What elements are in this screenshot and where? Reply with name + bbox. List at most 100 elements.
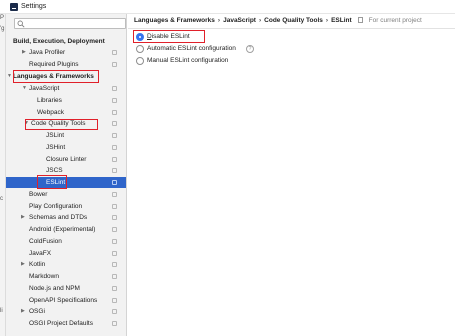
project-settings-icon bbox=[112, 262, 117, 267]
search-icon bbox=[17, 20, 25, 28]
breadcrumb-separator: › bbox=[217, 17, 221, 24]
sidebar-item-label: Code Quality Tools bbox=[31, 120, 86, 127]
help-icon[interactable]: ? bbox=[246, 45, 254, 53]
sidebar-item-label: OpenAPI Specifications bbox=[29, 297, 98, 304]
for-current-project-label: For current project bbox=[368, 17, 422, 24]
project-settings-icon bbox=[112, 98, 117, 103]
sidebar-item-build-execution-deployment[interactable]: Build, Execution, Deployment bbox=[6, 36, 126, 47]
app-logo-icon bbox=[10, 3, 18, 11]
header-divider bbox=[128, 28, 455, 29]
project-settings-icon bbox=[112, 110, 117, 115]
sidebar-item-label: ColdFusion bbox=[29, 238, 62, 245]
sidebar-item-code-quality-tools[interactable]: ▼ Code Quality Tools bbox=[6, 118, 126, 129]
sidebar-item-java-profiler[interactable]: ▶ Java Profiler bbox=[6, 47, 126, 58]
breadcrumb: Languages & Frameworks › JavaScript › Code Q… bbox=[134, 17, 422, 27]
project-settings-icon bbox=[112, 145, 117, 150]
disable-eslint-radio[interactable] bbox=[136, 33, 144, 41]
sidebar-item-label: Required Plugins bbox=[29, 61, 79, 68]
disable-eslint-label[interactable]: Disable ESLint bbox=[147, 32, 190, 42]
edge-text-4: li bbox=[0, 308, 3, 314]
sidebar-item-bower[interactable]: Bower bbox=[6, 189, 126, 200]
sidebar-item-jslint[interactable]: JSLint bbox=[6, 130, 126, 141]
sidebar-item-jscs[interactable]: JSCS bbox=[6, 165, 126, 176]
window-title: Settings bbox=[21, 3, 47, 10]
project-settings-icon bbox=[112, 227, 117, 232]
sidebar-item-eslint[interactable]: ESLint bbox=[6, 177, 126, 188]
sidebar-item-play-configuration[interactable]: Play Configuration bbox=[6, 201, 126, 212]
sidebar-item-label: Play Configuration bbox=[29, 203, 83, 210]
sidebar-item-label: JSCS bbox=[46, 167, 63, 174]
expanded-arrow-icon[interactable]: ▼ bbox=[24, 118, 29, 129]
sidebar-item-label: JSHint bbox=[46, 144, 66, 151]
project-settings-icon bbox=[112, 157, 117, 162]
breadcrumb-separator: › bbox=[325, 17, 329, 24]
sidebar-item-javascript[interactable]: ▼ JavaScript bbox=[6, 83, 126, 94]
sidebar-item-kotlin[interactable]: ▶ Kotlin bbox=[6, 259, 126, 270]
automatic-eslint-radio[interactable] bbox=[136, 45, 144, 53]
collapsed-arrow-icon[interactable]: ▶ bbox=[21, 306, 25, 317]
sidebar-item-markdown[interactable]: Markdown bbox=[6, 271, 126, 282]
sidebar-item-label: JSLint bbox=[46, 132, 65, 139]
sidebar-item-openapi-specifications[interactable]: OpenAPI Specifications bbox=[6, 295, 126, 306]
project-settings-icon bbox=[112, 192, 117, 197]
expanded-arrow-icon[interactable]: ▼ bbox=[22, 83, 27, 94]
settings-search[interactable] bbox=[14, 18, 126, 29]
sidebar-item-label: Kotlin bbox=[29, 261, 46, 268]
project-settings-icon bbox=[112, 180, 117, 185]
sidebar-item-label: Java Profiler bbox=[29, 49, 66, 56]
collapsed-arrow-icon[interactable]: ▶ bbox=[21, 259, 25, 270]
sidebar-item-osgi[interactable]: ▶ OSGi bbox=[6, 306, 126, 317]
expanded-arrow-icon[interactable]: ▼ bbox=[7, 71, 12, 82]
project-settings-icon bbox=[112, 309, 117, 314]
collapsed-arrow-icon[interactable]: ▶ bbox=[21, 212, 25, 223]
sidebar-item-label: JavaScript bbox=[29, 85, 60, 92]
window-titlebar: Settings bbox=[0, 0, 455, 14]
sidebar-item-label: Languages & Frameworks bbox=[13, 73, 94, 80]
sidebar-item-label: ESLint bbox=[46, 179, 66, 186]
sidebar-item-node-js-and-npm[interactable]: Node.js and NPM bbox=[6, 283, 126, 294]
edge-text-2: 'g bbox=[0, 26, 5, 32]
sidebar-item-label: Android (Experimental) bbox=[29, 226, 96, 233]
breadcrumb-item-languages[interactable]: Languages & Frameworks bbox=[134, 17, 215, 24]
sidebar-item-jshint[interactable]: JSHint bbox=[6, 142, 126, 153]
sidebar-item-label: OSGI Project Defaults bbox=[29, 320, 93, 327]
sidebar-item-javafx[interactable]: JavaFX bbox=[6, 248, 126, 259]
sidebar-item-label: Libraries bbox=[37, 97, 62, 104]
sidebar-item-label: Closure Linter bbox=[46, 156, 87, 163]
breadcrumb-item-eslint: ESLint bbox=[331, 17, 352, 24]
project-settings-icon bbox=[112, 215, 117, 220]
breadcrumb-item-code-quality-tools[interactable]: Code Quality Tools bbox=[264, 17, 323, 24]
sidebar-item-webpack[interactable]: Webpack bbox=[6, 107, 126, 118]
manual-eslint-radio[interactable] bbox=[136, 57, 144, 65]
sidebar-item-label: JavaFX bbox=[29, 250, 52, 257]
manual-eslint-label[interactable]: Manual ESLint configuration bbox=[147, 56, 228, 66]
sidebar-item-label: Node.js and NPM bbox=[29, 285, 80, 292]
project-settings-icon bbox=[112, 62, 117, 67]
settings-content: Languages & Frameworks › JavaScript › Code Q… bbox=[128, 14, 455, 336]
sidebar-item-label: Markdown bbox=[29, 273, 59, 280]
sidebar-item-osgi-project-defaults[interactable]: OSGI Project Defaults bbox=[6, 318, 126, 329]
breadcrumb-item-javascript[interactable]: JavaScript bbox=[223, 17, 256, 24]
project-settings-icon bbox=[112, 274, 117, 279]
sidebar-item-label: OSGi bbox=[29, 308, 45, 315]
sidebar-item-coldfusion[interactable]: ColdFusion bbox=[6, 236, 126, 247]
sidebar-item-libraries[interactable]: Libraries bbox=[6, 95, 126, 106]
sidebar-item-schemas-and-dtds[interactable]: ▶ Schemas and DTDs bbox=[6, 212, 126, 223]
sidebar-item-languages-frameworks[interactable]: ▼ Languages & Frameworks bbox=[6, 71, 126, 82]
search-input[interactable] bbox=[26, 20, 124, 28]
sidebar-item-closure-linter[interactable]: Closure Linter bbox=[6, 154, 126, 165]
sidebar-item-required-plugins[interactable]: Required Plugins bbox=[6, 59, 126, 70]
project-settings-icon bbox=[112, 50, 117, 55]
disable-eslint-label-rest: isable ESLint bbox=[151, 33, 190, 40]
sidebar-item-android-experimental[interactable]: Android (Experimental) bbox=[6, 224, 126, 235]
project-settings-icon bbox=[112, 133, 117, 138]
project-scope-icon bbox=[357, 17, 363, 23]
project-settings-icon bbox=[112, 239, 117, 244]
sidebar-item-label: Build, Execution, Deployment bbox=[13, 38, 105, 45]
project-settings-icon bbox=[112, 321, 117, 326]
sidebar-item-label: Schemas and DTDs bbox=[29, 214, 88, 221]
automatic-eslint-label[interactable]: Automatic ESLint configuration bbox=[147, 44, 236, 54]
collapsed-arrow-icon[interactable]: ▶ bbox=[22, 47, 26, 58]
sidebar-item-label: Bower bbox=[29, 191, 48, 198]
project-settings-icon bbox=[112, 121, 117, 126]
